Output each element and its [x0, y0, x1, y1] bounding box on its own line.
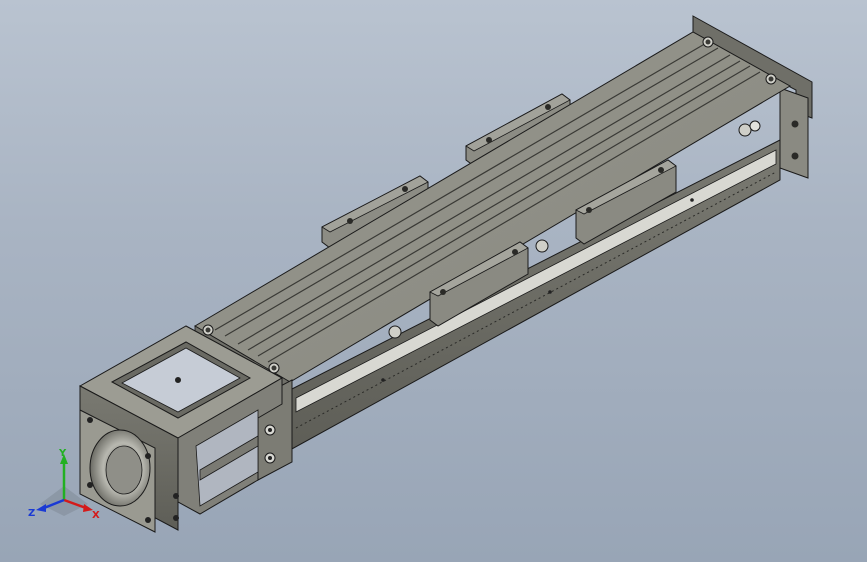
z-axis-label: Z [28, 508, 35, 519]
z-axis-arrow-icon [36, 504, 46, 512]
y-axis-label: Y [58, 448, 67, 459]
orientation-triad[interactable]: Y X Z [22, 446, 112, 526]
graphics-viewport[interactable]: Y X Z [0, 0, 867, 562]
linear-actuator-model[interactable] [0, 0, 867, 562]
x-axis-label: X [92, 510, 100, 521]
